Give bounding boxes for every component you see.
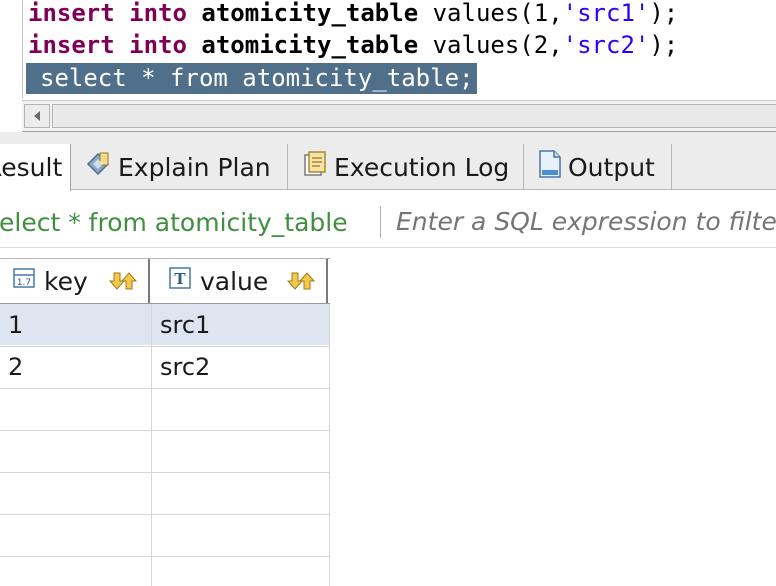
sql-editor[interactable]: insert into atomicity_table values(1,'sr…: [0, 0, 776, 98]
grid-line: [0, 430, 330, 431]
filter-divider: [380, 206, 381, 238]
code-text: values(2,: [418, 31, 563, 59]
cell-value[interactable]: src2: [160, 346, 210, 387]
tab-label: Result: [0, 153, 63, 182]
sort-icon[interactable]: [286, 267, 316, 301]
svg-text:T: T: [174, 270, 186, 288]
table-name: atomicity_table: [201, 0, 419, 27]
grid-line: [329, 258, 330, 586]
panel-separator: [0, 132, 776, 144]
results-grid: 1 src1 2 src2 1.7 key T value: [0, 258, 776, 586]
code-line-1[interactable]: insert into atomicity_table values(1,'sr…: [28, 0, 678, 28]
grid-line: [151, 258, 152, 586]
tab-output[interactable]: Output: [532, 144, 672, 190]
column-name: value: [200, 266, 269, 296]
table-name: atomicity_table: [201, 31, 419, 59]
table-row[interactable]: 2 src2: [0, 346, 330, 387]
code-text: );: [649, 31, 679, 59]
tab-execution-log[interactable]: Execution Log: [294, 144, 524, 190]
column-header-key[interactable]: 1.7 key: [0, 259, 150, 303]
tab-label: Output: [568, 152, 655, 182]
tab-label: Explain Plan: [118, 152, 271, 182]
grid-header: 1.7 key T value: [0, 258, 330, 304]
string-literal: 'src2': [562, 31, 650, 59]
grid-line: [0, 346, 330, 347]
code-text: );: [649, 0, 679, 27]
editor-horizontal-scrollbar[interactable]: [22, 100, 776, 132]
keyword-insert: insert: [28, 31, 115, 59]
output-icon: [538, 149, 562, 185]
svg-text:1.7: 1.7: [17, 278, 31, 288]
tab-explain-plan[interactable]: Explain Plan: [80, 144, 288, 190]
text-type-icon: T: [168, 266, 192, 296]
chevron-left-icon: [34, 111, 40, 121]
code-line-3-selected[interactable]: select * from atomicity_table;: [26, 63, 478, 94]
editor-gutter: [22, 0, 23, 98]
tab-label: Execution Log: [334, 152, 510, 182]
cell-key[interactable]: 1: [8, 304, 23, 345]
result-tab-bar: Result Explain Plan Execution Log: [0, 144, 776, 191]
grid-line: [0, 514, 330, 515]
cell-key[interactable]: 2: [8, 346, 23, 387]
filter-input[interactable]: [396, 207, 776, 236]
table-row[interactable]: 1 src1: [0, 304, 330, 345]
code-line-2[interactable]: insert into atomicity_table values(2,'sr…: [28, 30, 678, 60]
execution-log-icon: [302, 150, 328, 184]
numeric-type-icon: 1.7: [12, 266, 36, 296]
scrollbar-thumb[interactable]: [52, 104, 776, 128]
keyword-into: into: [129, 31, 187, 59]
grid-line: [0, 388, 330, 389]
explain-plan-icon: [84, 150, 112, 184]
column-header-value[interactable]: T value: [152, 259, 328, 303]
column-name: key: [44, 266, 88, 296]
code-text: values(1,: [418, 0, 563, 27]
grid-line: [0, 556, 330, 557]
keyword-insert: insert: [28, 0, 115, 27]
scroll-left-button[interactable]: [24, 104, 50, 128]
active-query-label: select * from atomicity_table: [0, 208, 348, 237]
string-literal: 'src1': [562, 0, 650, 27]
grid-line: [0, 472, 330, 473]
keyword-into: into: [129, 0, 187, 27]
result-filter-bar: select * from atomicity_table: [0, 198, 776, 248]
tab-result[interactable]: Result: [0, 144, 71, 191]
sort-icon[interactable]: [108, 267, 138, 301]
cell-value[interactable]: src1: [160, 304, 210, 345]
